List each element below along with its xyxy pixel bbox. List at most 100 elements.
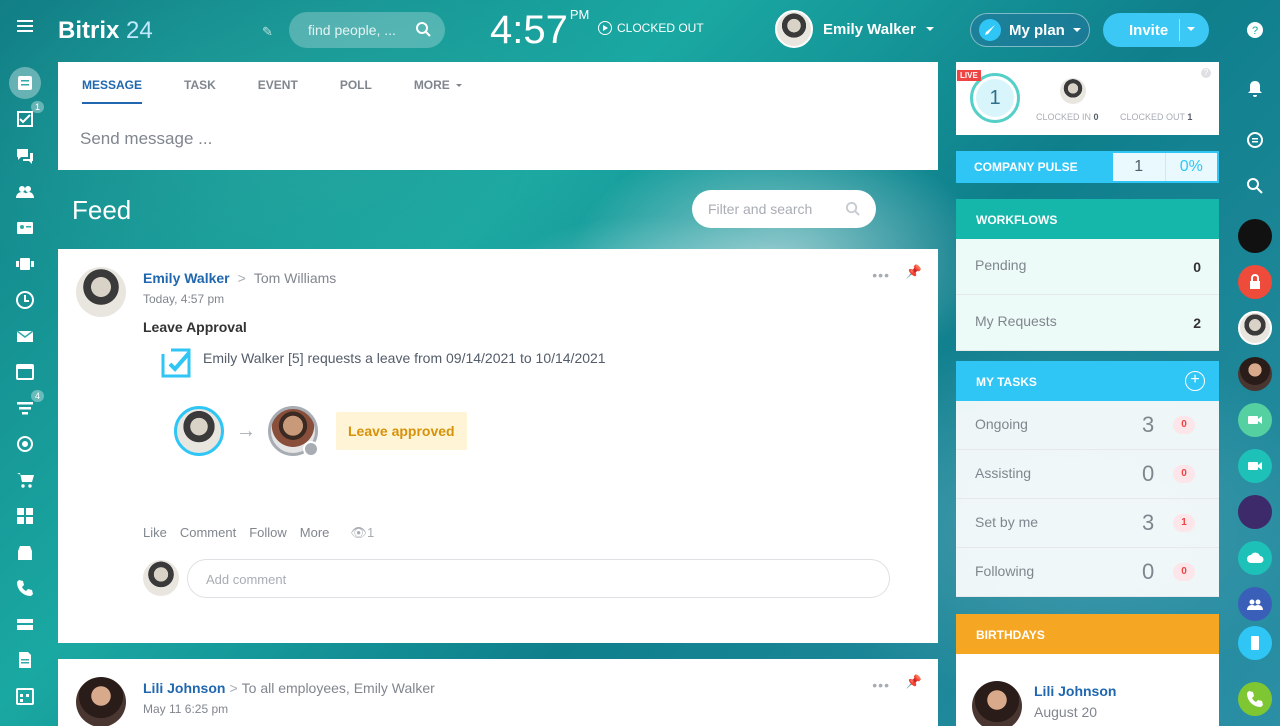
my-tasks-widget: MY TASKS + Ongoing 3 0 Assisting 0 0 Set by …: [956, 361, 1219, 597]
video-call-icon[interactable]: [1238, 403, 1272, 437]
recipient-name[interactable]: To all employees, Emily Walker: [242, 680, 435, 696]
clock[interactable]: 4:57 PM: [490, 7, 589, 53]
group-avatar-icon[interactable]: [1238, 219, 1272, 253]
video-icon[interactable]: [13, 252, 37, 276]
pulse-percent: 0%: [1179, 158, 1203, 175]
filter-search-input[interactable]: Filter and search: [692, 190, 876, 228]
invite-button[interactable]: Invite: [1103, 13, 1209, 47]
my-tasks-header[interactable]: MY TASKS: [956, 361, 1219, 401]
planner-icon[interactable]: [13, 684, 37, 708]
help-icon[interactable]: ?: [1201, 68, 1211, 78]
calendar-icon[interactable]: [13, 360, 37, 384]
task-counter: 1: [1173, 514, 1195, 532]
time-icon[interactable]: [13, 288, 37, 312]
cart-icon[interactable]: [13, 468, 37, 492]
pulse-value: 1: [1113, 153, 1166, 181]
pencil-icon[interactable]: ✎: [262, 24, 276, 39]
user-menu[interactable]: Emily Walker: [775, 10, 934, 48]
tab-more[interactable]: MORE: [414, 78, 462, 104]
play-icon: [598, 21, 612, 35]
company-pulse-label: COMPANY PULSE: [974, 160, 1078, 174]
tab-message[interactable]: MESSAGE: [82, 78, 143, 104]
task-row-following[interactable]: Following 0 0: [956, 548, 1219, 597]
clock-status[interactable]: CLOCKED OUT: [598, 21, 704, 35]
task-row-ongoing[interactable]: Ongoing 3 0: [956, 401, 1219, 450]
send-message-input[interactable]: Send message ...: [80, 129, 212, 149]
author-avatar[interactable]: [76, 677, 126, 726]
requester-avatar[interactable]: [174, 406, 224, 456]
birthdays-header[interactable]: BIRTHDAYS: [956, 614, 1219, 654]
tab-task[interactable]: TASK: [184, 78, 216, 104]
feed-icon[interactable]: [9, 67, 41, 99]
pin-icon[interactable]: 📌: [906, 264, 922, 280]
search-icon[interactable]: [415, 21, 431, 37]
workflows-header[interactable]: WORKFLOWS: [956, 199, 1219, 239]
contact-avatar-icon[interactable]: [1238, 357, 1272, 391]
task-row-set-by-me[interactable]: Set by me 3 1: [956, 499, 1219, 548]
drive-icon[interactable]: [13, 612, 37, 636]
author-name[interactable]: Emily Walker: [143, 270, 230, 286]
chevron-down-icon[interactable]: [1187, 27, 1195, 31]
groups-icon[interactable]: [13, 180, 37, 204]
author-name[interactable]: Lili Johnson: [143, 680, 225, 696]
post-time[interactable]: Today, 4:57 pm: [143, 292, 224, 306]
my-plan-button[interactable]: My plan: [970, 13, 1090, 47]
search-icon[interactable]: [1238, 169, 1272, 203]
bell-icon[interactable]: [1238, 72, 1272, 106]
follow-button[interactable]: Follow: [249, 525, 287, 541]
workflow-row-pending[interactable]: Pending 0: [956, 239, 1219, 295]
feed-post: Lili Johnson > To all employees, Emily Wal…: [58, 659, 938, 726]
workflow-row-my-requests[interactable]: My Requests 2: [956, 295, 1219, 351]
crm-icon[interactable]: 4: [13, 390, 45, 420]
like-button[interactable]: Like: [143, 525, 167, 541]
task-counter: 0: [1173, 416, 1195, 434]
timeman-widget: 1 LIVE CLOCKED IN 0 CLOCKED OUT 1 ?: [956, 62, 1219, 135]
sites-icon[interactable]: [13, 540, 37, 564]
chat-icon[interactable]: [13, 144, 37, 168]
menu-burger-icon[interactable]: [13, 14, 37, 38]
employee-avatar[interactable]: [1060, 78, 1086, 104]
task-label: Following: [975, 563, 1035, 579]
lock-icon[interactable]: [1238, 265, 1272, 299]
tasks-icon[interactable]: 1: [13, 101, 45, 131]
phone-icon[interactable]: [13, 576, 37, 600]
task-row-assisting[interactable]: Assisting 0 0: [956, 450, 1219, 499]
contact-avatar-icon[interactable]: [1238, 311, 1272, 345]
mail-icon[interactable]: [13, 324, 37, 348]
company-pulse[interactable]: COMPANY PULSE 1 0%: [956, 151, 1219, 183]
add-comment-input[interactable]: Add comment: [187, 559, 890, 598]
workgroup-icon[interactable]: [1238, 587, 1272, 621]
birthday-avatar[interactable]: [972, 681, 1022, 726]
video-call-icon[interactable]: [1238, 449, 1272, 483]
cloud-icon[interactable]: [1238, 541, 1272, 575]
more-options-icon[interactable]: •••: [872, 677, 890, 693]
workflow-label: Pending: [975, 257, 1027, 273]
search-icon[interactable]: [845, 201, 860, 216]
recipient-name[interactable]: Tom Williams: [254, 270, 336, 286]
comment-button[interactable]: Comment: [180, 525, 236, 541]
contacts-icon[interactable]: [13, 216, 37, 240]
more-options-icon[interactable]: •••: [872, 267, 890, 283]
tab-poll[interactable]: POLL: [340, 78, 372, 104]
views-counter[interactable]: 👁1: [350, 525, 374, 541]
add-task-icon[interactable]: +: [1185, 371, 1205, 391]
post-time[interactable]: May 11 6:25 pm: [143, 702, 228, 716]
chevron-down-icon: [1072, 28, 1081, 32]
help-icon[interactable]: ?: [1238, 13, 1272, 47]
search-input[interactable]: find people, ...: [289, 12, 445, 48]
tab-event[interactable]: EVENT: [258, 78, 298, 104]
target-icon[interactable]: [13, 432, 37, 456]
approver-avatar[interactable]: [268, 406, 319, 457]
mobile-icon[interactable]: [1238, 626, 1272, 660]
messenger-icon[interactable]: [1238, 123, 1272, 157]
pin-icon[interactable]: 📌: [906, 674, 922, 690]
clocked-out-count: 1: [1187, 112, 1193, 122]
call-icon[interactable]: [1238, 682, 1272, 716]
logo[interactable]: Bitrix 24: [58, 17, 153, 45]
group-chat-icon[interactable]: [1238, 495, 1272, 529]
author-avatar[interactable]: [76, 267, 126, 317]
birthday-name[interactable]: Lili Johnson: [1034, 683, 1116, 699]
more-button[interactable]: More: [300, 525, 330, 541]
docs-icon[interactable]: [13, 648, 37, 672]
apps-icon[interactable]: [13, 504, 37, 528]
